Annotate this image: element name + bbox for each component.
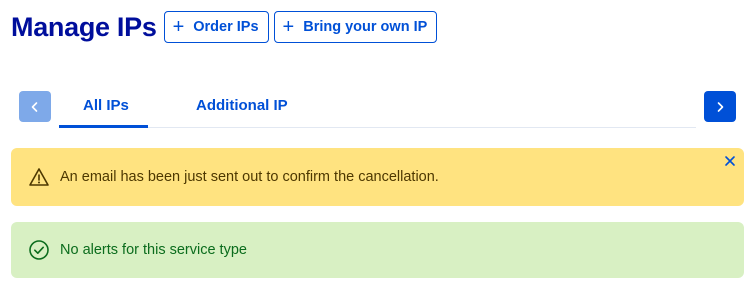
tabs-bar: All IPs Additional IP: [19, 91, 736, 128]
plus-icon: +: [172, 16, 185, 38]
warning-triangle-icon: [29, 168, 49, 186]
page-header: Manage IPs + Order IPs + Bring your own …: [11, 10, 442, 44]
bring-your-own-ip-button[interactable]: + Bring your own IP: [273, 11, 438, 43]
active-tab-indicator: [59, 125, 148, 128]
page-title: Manage IPs: [11, 11, 157, 42]
plus-icon: +: [282, 16, 295, 38]
success-alert: No alerts for this service type: [11, 222, 744, 278]
success-alert-message: No alerts for this service type: [60, 242, 247, 258]
warning-alert: An email has been just sent out to confi…: [11, 148, 744, 206]
tab-additional-ip[interactable]: Additional IP: [196, 97, 288, 114]
order-ips-button[interactable]: + Order IPs: [163, 11, 269, 43]
warning-alert-message: An email has been just sent out to confi…: [60, 169, 439, 185]
chevron-right-icon: [717, 101, 724, 112]
tabs-prev-button[interactable]: [19, 91, 51, 122]
tabs-next-button[interactable]: [704, 91, 736, 122]
order-ips-label: Order IPs: [193, 19, 259, 35]
tab-all-ips[interactable]: All IPs: [83, 97, 129, 114]
chevron-left-icon: [31, 101, 38, 112]
close-icon[interactable]: [724, 155, 736, 167]
tab-list: All IPs Additional IP: [59, 91, 696, 128]
bring-your-own-ip-label: Bring your own IP: [303, 19, 428, 35]
check-circle-icon: [29, 240, 49, 260]
